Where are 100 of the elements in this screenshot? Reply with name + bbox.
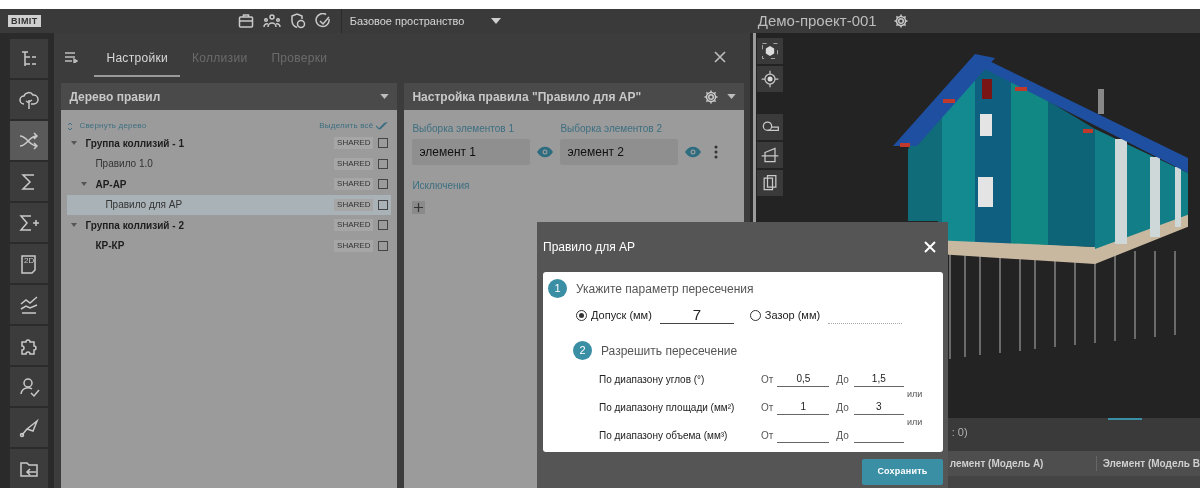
sidebar-tool-button[interactable]	[10, 121, 48, 160]
sidebar-tool-button[interactable]	[10, 162, 48, 201]
tree-row[interactable]: КР-КР SHARED	[67, 235, 392, 256]
column-header: лемент (Модель А)	[949, 457, 1045, 471]
results-count: : 0)	[951, 425, 968, 440]
tree-item-label: АР-АР	[95, 177, 128, 192]
column-header: Элемент (Модель В	[1095, 456, 1200, 471]
from-label: От	[761, 401, 774, 415]
chevrons-icon	[67, 121, 74, 131]
tab-indicator	[1107, 418, 1142, 420]
viewer-tool-button[interactable]	[756, 142, 783, 168]
caret-down-icon[interactable]	[81, 182, 88, 187]
sidebar-tool-button[interactable]	[10, 285, 48, 324]
people-icon[interactable]	[262, 13, 281, 29]
or-label: или	[907, 416, 923, 429]
sidebar-tool-button[interactable]	[10, 203, 48, 242]
add-exclusion-button[interactable]	[412, 201, 426, 214]
caret-down-icon[interactable]	[727, 94, 737, 99]
sidebar-tool-button[interactable]	[10, 408, 48, 447]
field-label: Выборка элементов 2	[560, 122, 663, 136]
range-label: По диапазону объема (мм³)	[599, 429, 729, 443]
double-check-icon	[376, 122, 389, 130]
section-plane-icon	[759, 145, 780, 165]
from-label: От	[761, 429, 774, 443]
from-field[interactable]: 0,5	[777, 371, 830, 387]
list-menu-icon[interactable]	[64, 51, 79, 63]
panel-title: Настройка правила "Правило для АР"	[412, 88, 642, 106]
tree-row[interactable]: Группа коллизий - 2 SHARED	[67, 215, 392, 236]
shared-badge: SHARED	[334, 157, 374, 170]
panel-tab[interactable]: Настройки	[94, 49, 180, 77]
check-circle-icon[interactable]	[314, 13, 331, 29]
to-label: До	[836, 373, 849, 387]
shared-badge: SHARED	[334, 239, 374, 252]
to-label: До	[836, 401, 849, 415]
section-label: Исключения	[412, 179, 471, 193]
settings-icon[interactable]	[703, 88, 720, 105]
selection-field[interactable]: элемент 2	[560, 139, 679, 165]
shared-badge: SHARED	[334, 219, 374, 232]
checkbox[interactable]	[378, 158, 389, 169]
save-button[interactable]: Сохранить	[862, 459, 943, 485]
caret-down-icon[interactable]	[71, 141, 78, 146]
app-logo[interactable]: BIMIT	[8, 15, 41, 27]
fit-view-icon	[759, 41, 780, 61]
range-label: По диапазону площади (мм²)	[599, 401, 736, 415]
tree-item-label: Группа коллизий - 1	[85, 136, 185, 151]
checkbox[interactable]	[378, 199, 389, 210]
sidebar-tool-button[interactable]: 2D	[10, 244, 48, 283]
selection-field[interactable]: элемент 1	[412, 139, 531, 165]
checkbox[interactable]	[378, 220, 389, 231]
sidebar-tool-button[interactable]	[10, 39, 48, 78]
checkbox[interactable]	[378, 179, 389, 190]
to-field[interactable]: 1,5	[853, 371, 904, 387]
chart-icon	[18, 293, 40, 316]
tree-row[interactable]: АР-АР SHARED	[67, 174, 392, 195]
viewer-tool-button[interactable]	[756, 170, 783, 196]
viewer-tool-button[interactable]	[756, 38, 783, 64]
shared-badge: SHARED	[334, 137, 374, 150]
checkbox[interactable]	[378, 240, 389, 251]
shared-badge: SHARED	[334, 198, 374, 211]
step-number: 2	[573, 341, 592, 360]
option-label: Допуск (мм)	[591, 307, 652, 323]
shuffle-icon	[18, 129, 40, 152]
more-vertical-icon[interactable]	[714, 145, 719, 159]
panel-title: Дерево правил	[69, 88, 161, 106]
range-label: По диапазону углов (°)	[599, 373, 706, 387]
settings-icon[interactable]	[892, 13, 909, 29]
step-title: Разрешить пересечение	[601, 342, 738, 360]
briefcase-icon[interactable]	[237, 13, 254, 29]
step-title: Укажите параметр пересечения	[576, 280, 754, 298]
from-field[interactable]: 1	[777, 399, 830, 415]
sidebar-tool-button[interactable]	[10, 449, 48, 488]
from-label: От	[761, 373, 774, 387]
to-label: До	[836, 429, 849, 443]
field-label: Выборка элементов 1	[412, 122, 515, 136]
tree-row[interactable]: Правило для АР SHARED	[67, 194, 392, 215]
sidebar-tool-button[interactable]	[10, 367, 48, 406]
to-field[interactable]: 3	[853, 399, 904, 415]
caret-down-icon	[490, 18, 501, 24]
tree-row[interactable]: Правило 1.0 SHARED	[67, 153, 392, 174]
viewer-tool-button[interactable]	[756, 114, 783, 140]
caret-down-icon[interactable]	[380, 94, 390, 99]
shared-badge: SHARED	[334, 178, 374, 191]
target-icon	[759, 69, 780, 89]
step-number: 1	[548, 279, 567, 298]
option-label: Зазор (мм)	[764, 307, 821, 323]
tree-item-label: Группа коллизий - 2	[85, 218, 185, 233]
sidebar-tool-button[interactable]	[10, 80, 48, 119]
usercheck-icon	[18, 375, 40, 398]
close-icon[interactable]	[713, 51, 726, 63]
viewer-tool-button[interactable]	[756, 66, 783, 92]
or-label: или	[907, 388, 923, 401]
caret-down-icon[interactable]	[71, 223, 78, 228]
checkbox[interactable]	[378, 138, 389, 149]
tree-item-label: КР-КР	[95, 239, 126, 254]
value-field[interactable]: 7	[659, 306, 734, 324]
tree-item-label: Правило 1.0	[95, 157, 154, 172]
project-title: Демо-проект-001	[757, 10, 877, 31]
tree-row[interactable]: Группа коллизий - 1 SHARED	[67, 133, 392, 154]
sidebar-tool-button[interactable]	[10, 326, 48, 365]
plus-icon	[414, 203, 424, 212]
